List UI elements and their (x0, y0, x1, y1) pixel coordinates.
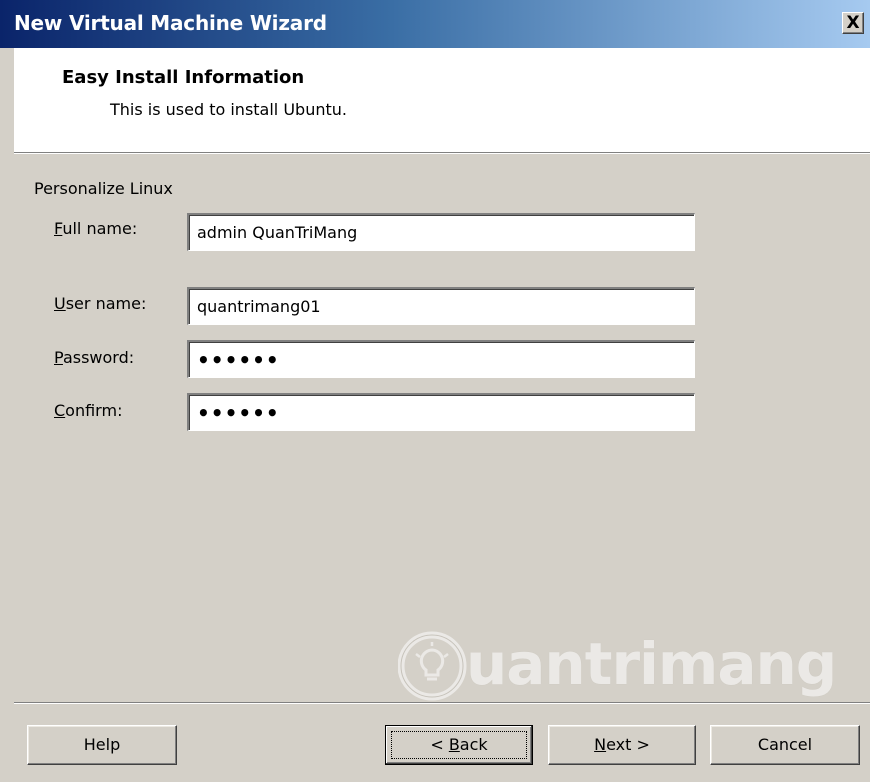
wizard-window: New Virtual Machine Wizard X Easy Instal… (0, 0, 870, 782)
password-field[interactable] (187, 340, 695, 378)
back-button-prefix: < (430, 735, 449, 754)
watermark-text: uantrimang (466, 630, 837, 698)
title-bar[interactable]: New Virtual Machine Wizard X (0, 0, 870, 48)
back-button-label: ack (459, 735, 488, 754)
next-button-label: ext > (606, 735, 650, 754)
help-button[interactable]: Help (27, 725, 177, 765)
password-label-text: assword: (62, 348, 135, 367)
section-label: Personalize Linux (34, 179, 173, 198)
cancel-button-label: Cancel (757, 735, 813, 754)
wizard-header: Easy Install Information This is used to… (14, 48, 870, 152)
page-title: Easy Install Information (62, 67, 305, 88)
window-title: New Virtual Machine Wizard (14, 11, 327, 35)
header-divider (14, 152, 870, 154)
next-button[interactable]: Next > (548, 725, 696, 765)
user-name-label: User name: (54, 294, 146, 313)
back-button-mnemonic: B (448, 735, 460, 754)
focus-rectangle: < Back (391, 731, 527, 759)
full-name-field[interactable] (187, 213, 695, 251)
watermark-logo: uantrimang (397, 628, 848, 708)
cancel-button[interactable]: Cancel (710, 725, 860, 765)
back-button[interactable]: < Back (385, 725, 533, 765)
full-name-label-text: ull name: (62, 219, 138, 238)
page-subtitle: This is used to install Ubuntu. (110, 100, 347, 119)
password-label: Password: (54, 348, 134, 367)
confirm-mnemonic: C (54, 401, 66, 420)
user-name-field[interactable] (187, 287, 695, 325)
password-mnemonic: P (54, 348, 63, 367)
close-icon: X (846, 13, 860, 33)
close-button[interactable]: X (842, 12, 864, 34)
help-button-label: Help (83, 735, 121, 754)
confirm-field[interactable] (187, 393, 695, 431)
user-name-label-text: ser name: (65, 294, 147, 313)
confirm-label-text: onfirm: (65, 401, 123, 420)
user-name-mnemonic: U (54, 294, 66, 313)
confirm-label: Confirm: (54, 401, 122, 420)
footer-divider (14, 702, 870, 704)
full-name-label: Full name: (54, 219, 137, 238)
next-button-mnemonic: N (594, 735, 607, 754)
lightbulb-icon (397, 631, 467, 701)
